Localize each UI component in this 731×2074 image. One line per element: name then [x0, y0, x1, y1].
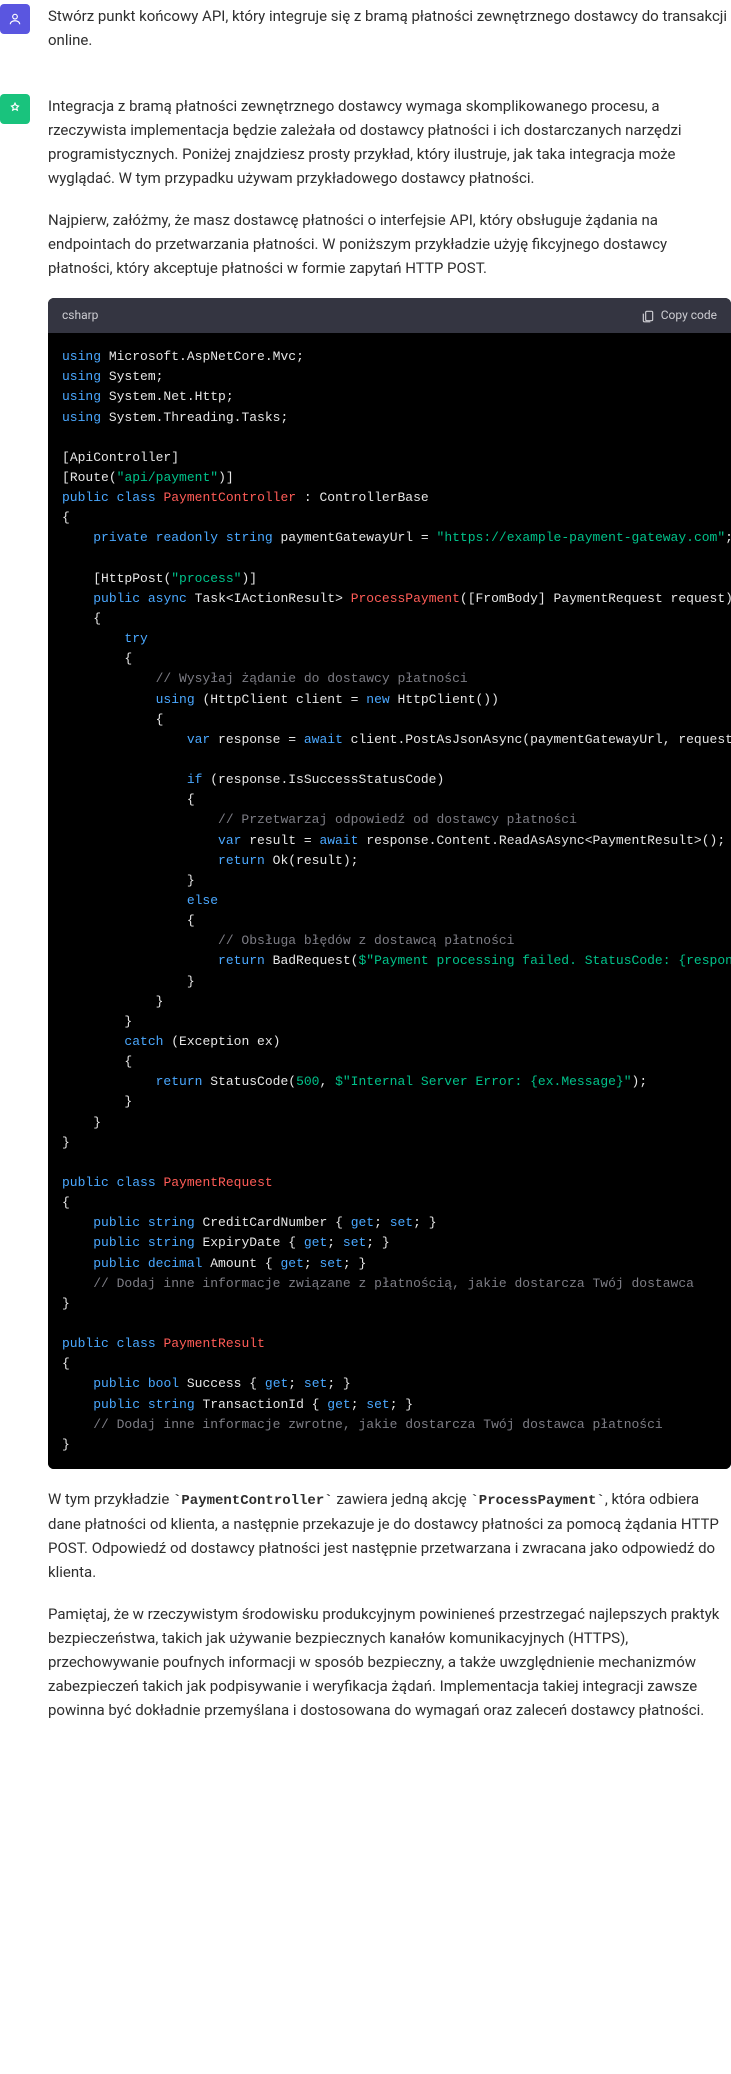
- code-language-label: csharp: [62, 306, 98, 325]
- user-prompt-text: Stwórz punkt końcowy API, który integruj…: [48, 4, 731, 52]
- inline-code-process-payment: `ProcessPayment`: [470, 1493, 604, 1509]
- copy-code-button[interactable]: Copy code: [641, 306, 717, 325]
- user-icon: [8, 12, 22, 26]
- code-content: using Microsoft.AspNetCore.Mvc; using Sy…: [62, 347, 717, 1455]
- user-message-content: Stwórz punkt końcowy API, który integruj…: [48, 4, 731, 70]
- assistant-paragraph-4: Pamiętaj, że w rzeczywistym środowisku p…: [48, 1602, 731, 1722]
- copy-code-label: Copy code: [661, 306, 717, 325]
- assistant-icon: [8, 102, 22, 116]
- assistant-paragraph-2: Najpierw, załóżmy, że masz dostawcę płat…: [48, 208, 731, 280]
- assistant-avatar: [0, 94, 30, 124]
- user-message-row: Stwórz punkt końcowy API, który integruj…: [0, 0, 731, 90]
- code-body[interactable]: using Microsoft.AspNetCore.Mvc; using Sy…: [48, 333, 731, 1469]
- assistant-message-row: Integracja z bramą płatności zewnętrzneg…: [0, 90, 731, 1760]
- user-avatar: [0, 4, 30, 34]
- assistant-paragraph-3: W tym przykładzie `PaymentController` za…: [48, 1487, 731, 1584]
- inline-code-payment-controller: `PaymentController`: [173, 1493, 333, 1509]
- assistant-paragraph-1: Integracja z bramą płatności zewnętrzneg…: [48, 94, 731, 190]
- assistant-message-content: Integracja z bramą płatności zewnętrzneg…: [48, 94, 731, 1740]
- clipboard-icon: [641, 309, 655, 323]
- code-header: csharp Copy code: [48, 298, 731, 333]
- code-block: csharp Copy code using Microsoft.AspNetC…: [48, 298, 731, 1469]
